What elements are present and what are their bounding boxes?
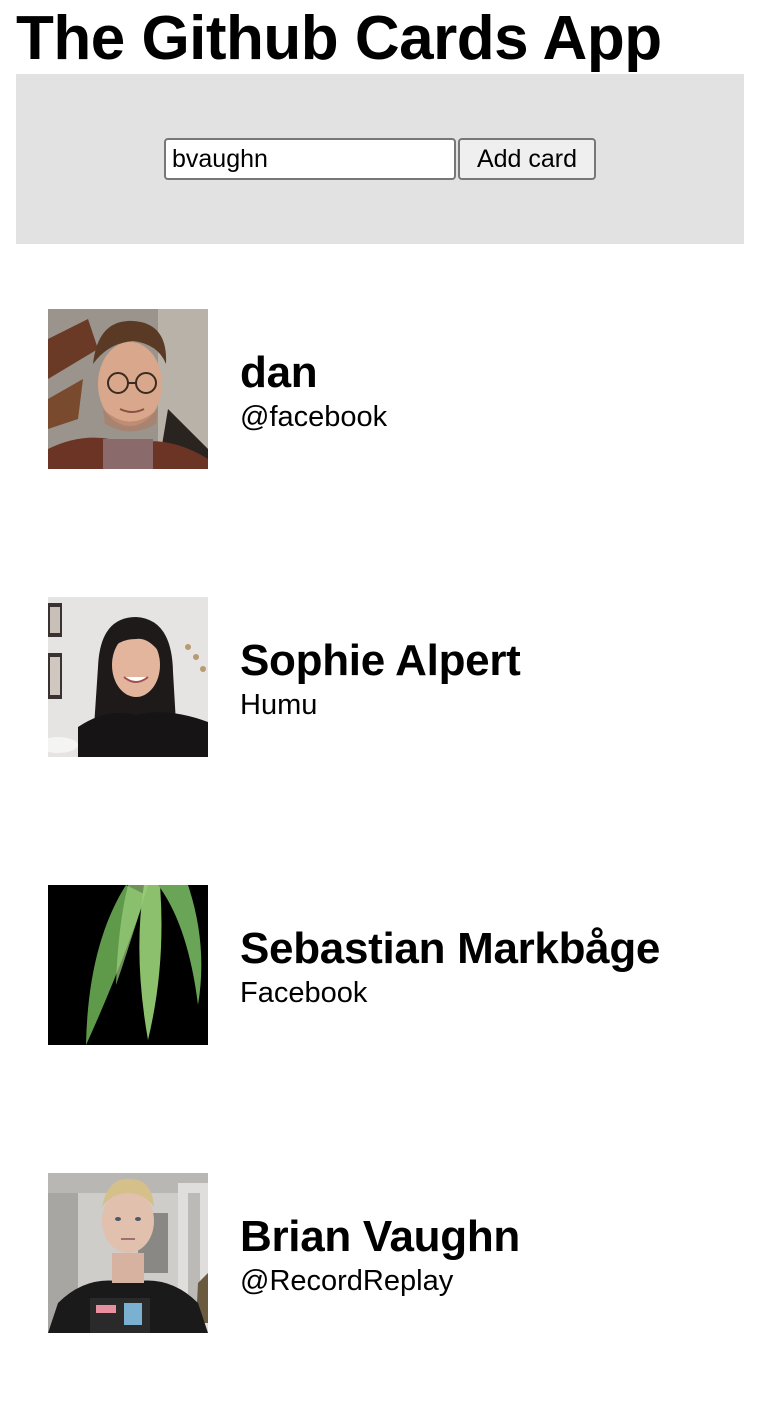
card-info: Sophie Alpert Humu: [240, 635, 521, 723]
card-name: Sebastian Markbåge: [240, 924, 661, 973]
profile-card: Brian Vaughn @RecordReplay: [48, 1173, 748, 1333]
avatar-image-dan: [48, 309, 208, 469]
card-info: dan @facebook: [240, 347, 387, 435]
card-company: @facebook: [240, 401, 388, 433]
card-company: Facebook: [240, 977, 368, 1009]
avatar-image-sebastian: [48, 885, 208, 1045]
card-company: Humu: [240, 689, 318, 721]
profile-card: Sebastian Markbåge Facebook: [48, 885, 748, 1045]
avatar: [48, 1173, 208, 1333]
card-name: Brian Vaughn: [240, 1212, 520, 1261]
page: The Github Cards App Add card: [0, 0, 778, 1402]
avatar: [48, 885, 208, 1045]
card-name: dan: [240, 348, 318, 397]
profile-card: Sophie Alpert Humu: [48, 597, 748, 757]
app-title: The Github Cards App: [16, 4, 662, 73]
add-card-form: Add card: [16, 74, 744, 244]
avatar: [48, 597, 208, 757]
add-card-button[interactable]: Add card: [458, 138, 596, 180]
card-company: @RecordReplay: [240, 1265, 454, 1297]
card-info: Brian Vaughn @RecordReplay: [240, 1211, 520, 1299]
card-info: Sebastian Markbåge Facebook: [240, 923, 660, 1011]
username-input[interactable]: [164, 138, 456, 180]
avatar: [48, 309, 208, 469]
profile-card: dan @facebook: [48, 309, 748, 469]
avatar-image-sophie: [48, 597, 208, 757]
avatar-image-brian: [48, 1173, 208, 1333]
card-name: Sophie Alpert: [240, 636, 521, 685]
